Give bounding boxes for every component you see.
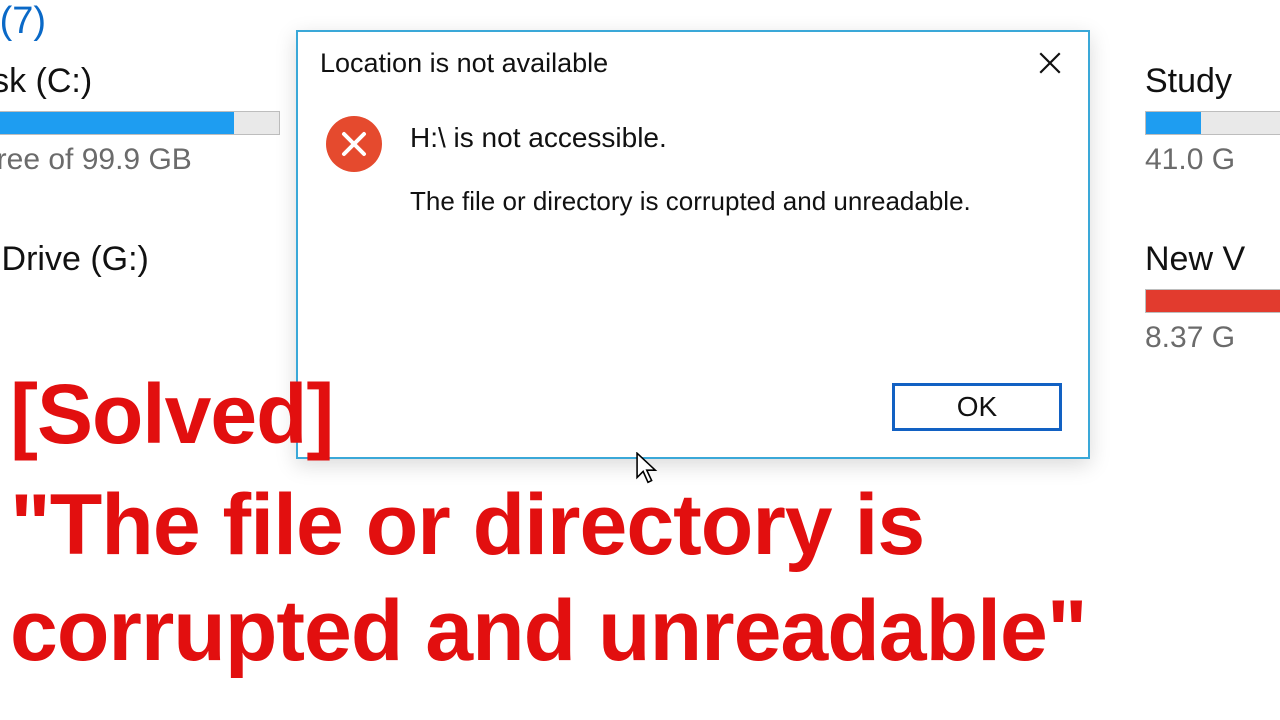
dialog-message-line1: H:\ is not accessible. [410, 122, 1060, 154]
drive-newv-free-text: 8.37 G [1145, 321, 1280, 355]
drive-newv[interactable]: New V 8.37 G [1145, 240, 1280, 355]
dialog-buttons: OK [892, 383, 1062, 431]
dialog-body: H:\ is not accessible. The file or direc… [298, 94, 1088, 217]
drive-g-label: W Drive (G:) [0, 240, 149, 279]
drive-g[interactable]: W Drive (G:) [0, 240, 149, 289]
drive-study[interactable]: Study 41.0 G [1145, 62, 1280, 177]
drive-newv-label: New V [1145, 240, 1280, 279]
close-icon [1037, 50, 1063, 76]
error-dialog: Location is not available H:\ is not acc… [296, 30, 1090, 459]
ok-button[interactable]: OK [892, 383, 1062, 431]
drive-study-label: Study [1145, 62, 1280, 101]
overlay-headline-2: "The file or directory is [10, 480, 924, 570]
dialog-titlebar[interactable]: Location is not available [298, 32, 1088, 94]
dialog-message: H:\ is not accessible. The file or direc… [410, 116, 1060, 217]
overlay-headline-3: corrupted and unreadable" [10, 586, 1087, 676]
drive-c-usage-bar [0, 111, 280, 135]
devices-section-count: (7) [0, 0, 46, 42]
explorer-background: s (7) Disk (C:) B free of 99.9 GB W Driv… [0, 0, 1280, 720]
drive-newv-usage-fill [1146, 290, 1280, 312]
drive-c-label: Disk (C:) [0, 62, 280, 101]
drive-study-free-text: 41.0 G [1145, 143, 1280, 177]
drive-newv-usage-bar [1145, 289, 1280, 313]
drive-c-usage-fill [0, 112, 234, 134]
overlay-headline-1: [Solved] [10, 370, 333, 458]
drive-c[interactable]: Disk (C:) B free of 99.9 GB [0, 62, 280, 177]
error-icon [326, 116, 382, 172]
drive-c-free-text: B free of 99.9 GB [0, 143, 280, 177]
devices-section-header: s (7) [0, 0, 46, 43]
dialog-title: Location is not available [320, 48, 608, 79]
dialog-message-line2: The file or directory is corrupted and u… [410, 186, 1060, 217]
drive-study-usage-bar [1145, 111, 1280, 135]
x-icon [339, 129, 369, 159]
close-button[interactable] [1024, 43, 1076, 83]
drive-study-usage-fill [1146, 112, 1201, 134]
